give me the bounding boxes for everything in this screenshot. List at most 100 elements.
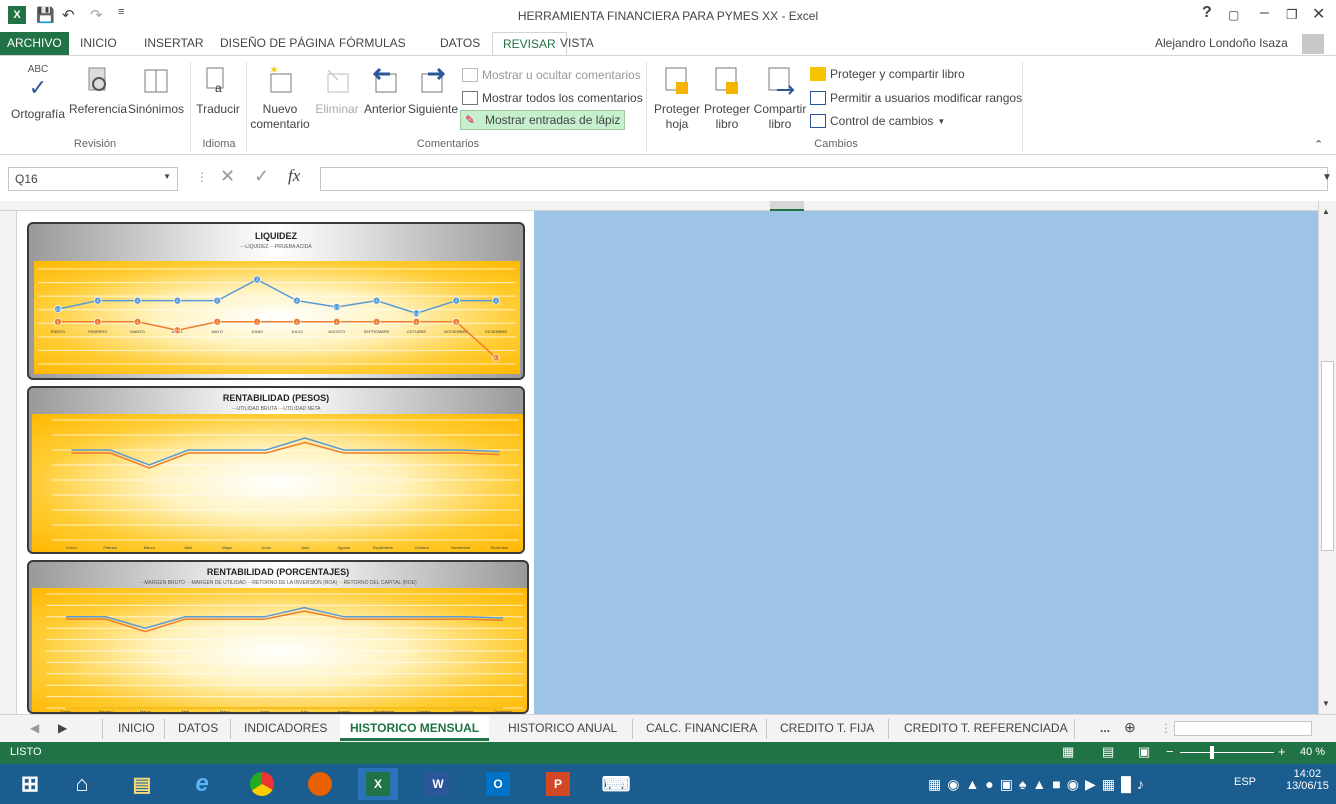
powerpoint-taskbar-icon[interactable]: P (538, 768, 578, 800)
scroll-down-icon[interactable]: ▼ (1322, 699, 1330, 708)
formula-more-icon[interactable]: ⋮ (196, 170, 208, 184)
expand-formula-icon[interactable]: ▼ (1322, 172, 1332, 183)
scroll-up-icon[interactable]: ▲ (1322, 207, 1330, 216)
insert-function-button[interactable]: fx (288, 166, 300, 186)
sheet-tab-credito-referenciada[interactable]: CREDITO T. REFERENCIADA (904, 721, 1068, 735)
tab-split-icon[interactable]: ⋮ (1160, 721, 1172, 735)
arrow-left-icon (372, 67, 397, 93)
keyboard-app-icon[interactable]: ⌨ (596, 768, 636, 800)
delete-comment-label: Eliminar (315, 102, 359, 116)
spelling-button[interactable]: ABC ✓ Ortografía (8, 62, 68, 122)
vertical-scrollbar[interactable]: ▲ ▼ (1318, 201, 1336, 714)
chevron-down-icon[interactable]: ▼ (163, 172, 171, 181)
windows-start-icon[interactable]: ⊞ (10, 768, 50, 800)
tab-diseno[interactable]: DISEÑO DE PÁGINA (220, 36, 335, 50)
page-break-icon[interactable]: ▣ (1138, 744, 1150, 760)
track-changes-button[interactable]: Control de cambios ▼ (810, 114, 945, 128)
delete-comment-button[interactable]: Eliminar (312, 64, 362, 117)
status-bar: LISTO ▦ ▤ ▣ − + 40 % (0, 742, 1336, 764)
sheet-tab-historico-anual[interactable]: HISTORICO ANUAL (508, 721, 617, 735)
thesaurus-icon (144, 69, 168, 93)
plot-area: Enero Febrero Marzo Abril Mayo Junio Julio Agos… (32, 414, 523, 552)
research-button[interactable]: Referencia (68, 64, 128, 117)
prev-sheet-icon[interactable]: ◀ (30, 721, 39, 735)
tab-vista[interactable]: VISTA (560, 36, 594, 50)
chart-title: RENTABILIDAD (PESOS) (222, 393, 330, 403)
sheet-tab-datos[interactable]: DATOS (178, 721, 218, 735)
sheet-tab-calc-financiera[interactable]: CALC. FINANCIERA (646, 721, 757, 735)
tab-insertar[interactable]: INSERTAR (144, 36, 204, 50)
zoom-slider-thumb[interactable] (1210, 746, 1214, 759)
svg-text:a: a (215, 81, 222, 95)
protect-sheet-button[interactable]: Proteger hoja (652, 64, 702, 132)
sheet-tab-credito-fija[interactable]: CREDITO T. FIJA (780, 721, 874, 735)
zoom-level[interactable]: 40 % (1300, 746, 1325, 758)
outlook-taskbar-icon[interactable]: O (478, 768, 518, 800)
formula-input[interactable] (320, 167, 1328, 191)
sheet-tab-indicadores[interactable]: INDICADORES (244, 721, 327, 735)
close-button[interactable]: ✕ (1312, 4, 1325, 24)
restore-button[interactable]: ❐ (1286, 7, 1298, 23)
protect-workbook-button[interactable]: Proteger libro (702, 64, 752, 132)
firefox-icon[interactable] (300, 768, 340, 800)
tab-datos[interactable]: DATOS (440, 36, 480, 50)
protect-share-button[interactable]: Proteger y compartir libro (810, 67, 965, 81)
ribbon-options-icon[interactable]: ▢ (1228, 8, 1239, 22)
add-sheet-icon[interactable]: ⊕ (1124, 719, 1136, 736)
sheet-tab-historico-mensual[interactable]: HISTORICO MENSUAL (340, 715, 490, 741)
rentabilidad-porcentajes-chart[interactable]: RENTABILIDAD (PORCENTAJES) —MARGEN BRUTO… (27, 560, 529, 714)
zoom-slider[interactable] (1180, 752, 1274, 753)
column-headers[interactable] (0, 201, 1318, 211)
scroll-thumb[interactable] (1321, 361, 1334, 551)
system-tray-icons[interactable]: ▦◉▲●▣♠▲■◉▶▦█♪ (928, 776, 1150, 793)
allow-edit-ranges-button[interactable]: Permitir a usuarios modificar rangos (810, 91, 1022, 105)
liquidez-chart[interactable]: LIQUIDEZ —LIQUIDEZ —PRUEBA ACIDA ENERO FE… (27, 222, 525, 380)
more-sheets-button[interactable]: ... (1100, 721, 1110, 735)
cancel-icon[interactable]: ✕ (220, 166, 235, 187)
help-button[interactable]: ? (1202, 4, 1212, 22)
tab-inicio[interactable]: INICIO (80, 36, 117, 50)
x-tick-label: Julio (301, 545, 310, 550)
normal-view-icon[interactable]: ▦ (1062, 744, 1074, 760)
excel-taskbar-icon[interactable]: X (358, 768, 398, 800)
translate-button[interactable]: a Traducir (194, 64, 242, 117)
research-icon (88, 67, 106, 91)
tab-archivo[interactable]: ARCHIVO (0, 32, 69, 56)
sheet-tab-inicio[interactable]: INICIO (118, 721, 155, 735)
next-comment-button[interactable]: Siguiente (408, 64, 458, 117)
horizontal-scrollbar[interactable] (1174, 721, 1312, 736)
separator (246, 62, 247, 152)
chart-svg: Enero Febrero Marzo Abril Mayo Junio Julio Agos… (46, 593, 523, 712)
avatar[interactable] (1302, 34, 1324, 54)
thesaurus-button[interactable]: Sinónimos (126, 64, 186, 117)
word-taskbar-icon[interactable]: W (418, 768, 458, 800)
language-indicator[interactable]: ESP (1234, 776, 1256, 788)
new-comment-button[interactable]: ✶ Nuevo comentario (250, 64, 310, 132)
zoom-in-icon[interactable]: + (1278, 744, 1286, 759)
internet-explorer-icon[interactable]: e (182, 768, 222, 800)
enter-icon[interactable]: ✓ (254, 166, 269, 187)
share-workbook-button[interactable]: Compartir libro (752, 64, 808, 132)
minimize-button[interactable]: – (1260, 4, 1269, 22)
user-name[interactable]: Alejandro Londoño Isaza (1155, 36, 1288, 50)
selected-column-header[interactable] (770, 201, 804, 211)
name-box[interactable]: Q16 ▼ (8, 167, 178, 191)
home-icon[interactable]: ⌂ (62, 768, 102, 800)
show-hide-comment-button[interactable]: Mostrar u ocultar comentarios (462, 68, 641, 82)
tab-formulas[interactable]: FÓRMULAS (339, 36, 406, 50)
protect-share-label: Proteger y compartir libro (830, 67, 965, 81)
rentabilidad-pesos-chart[interactable]: RENTABILIDAD (PESOS) —UTILIDAD BRUTA —UT… (27, 386, 525, 554)
collapse-ribbon-icon[interactable]: ⌃ (1314, 138, 1323, 151)
data-label: 1.4 (414, 311, 420, 316)
show-all-comments-button[interactable]: Mostrar todos los comentarios (462, 91, 643, 105)
x-tick-label: Agosto (338, 545, 351, 550)
clock[interactable]: 14:02 13/06/15 (1286, 768, 1329, 792)
folder-icon[interactable]: ▤ (122, 768, 162, 800)
previous-comment-button[interactable]: Anterior (362, 64, 408, 117)
row-headers[interactable] (0, 211, 17, 714)
next-sheet-icon[interactable]: ▶ (58, 721, 67, 735)
zoom-out-icon[interactable]: − (1166, 744, 1174, 759)
page-layout-icon[interactable]: ▤ (1102, 744, 1114, 760)
chrome-icon[interactable] (242, 768, 282, 800)
show-ink-button[interactable]: ✎ Mostrar entradas de lápiz (460, 110, 626, 130)
